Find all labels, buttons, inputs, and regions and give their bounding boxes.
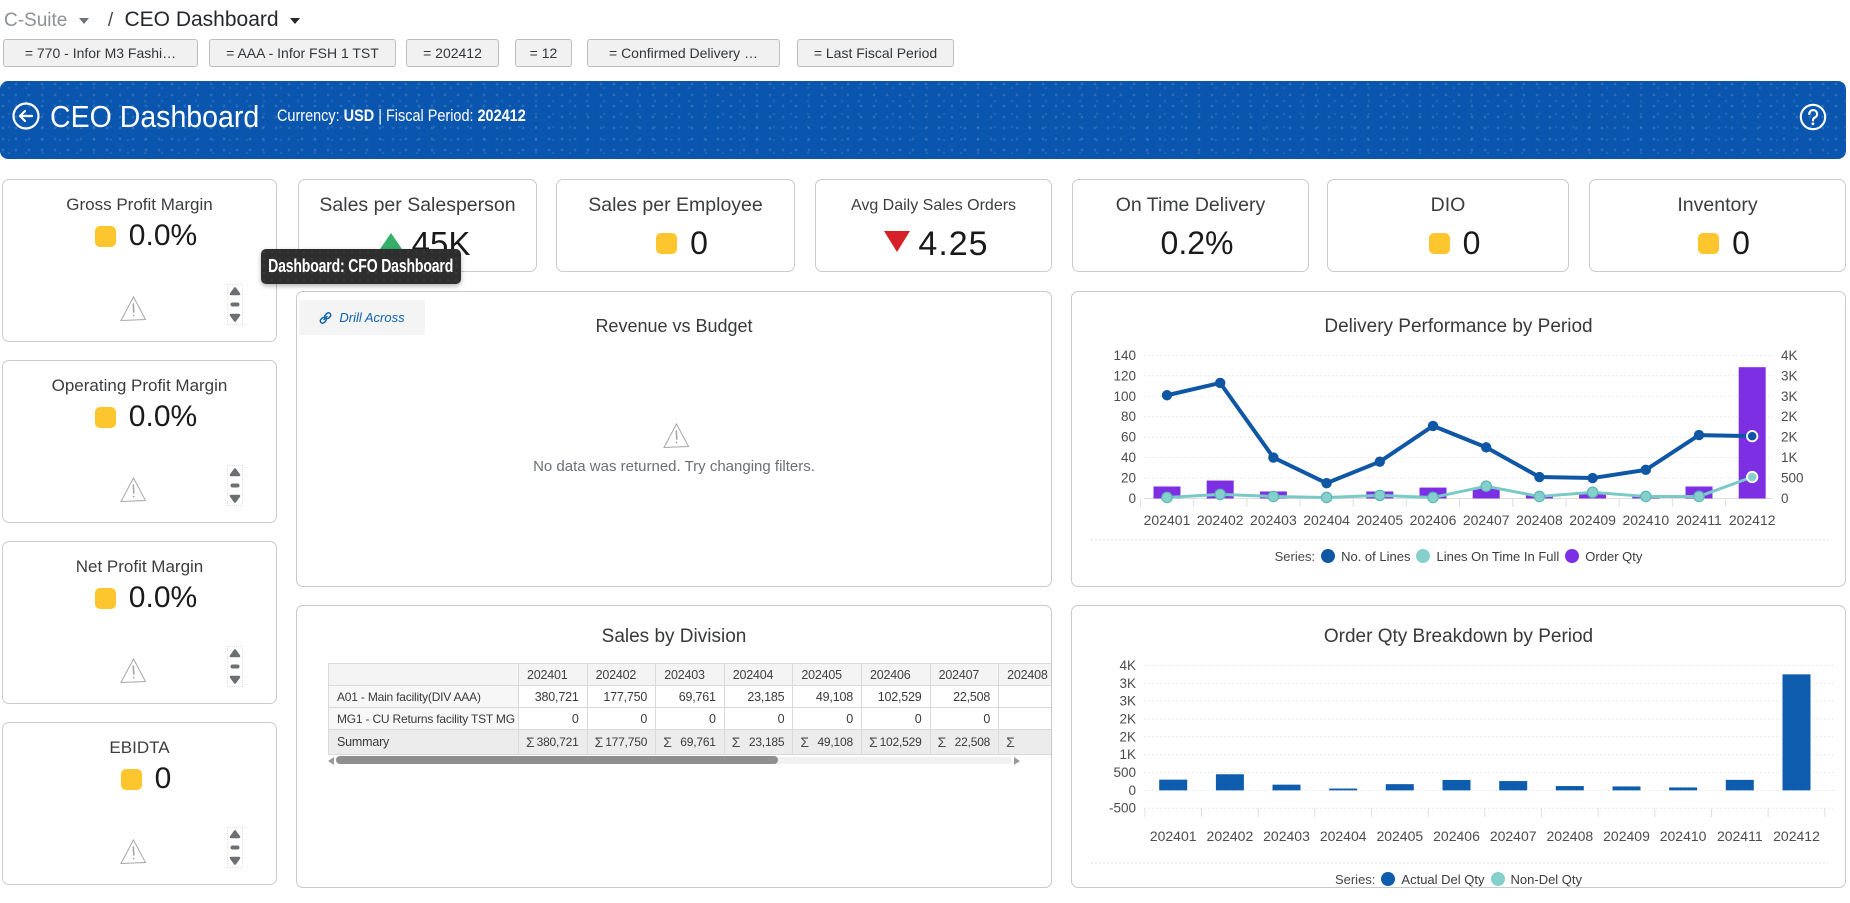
svg-text:202410: 202410 xyxy=(1622,512,1669,528)
svg-text:60: 60 xyxy=(1121,430,1136,445)
svg-text:1K: 1K xyxy=(1119,747,1136,762)
svg-text:202405: 202405 xyxy=(1376,828,1423,844)
svg-text:3K: 3K xyxy=(1781,368,1798,383)
svg-text:202403: 202403 xyxy=(1263,828,1310,844)
svg-text:2K: 2K xyxy=(1119,729,1136,744)
svg-text:0: 0 xyxy=(1128,491,1136,506)
svg-text:202411: 202411 xyxy=(1676,512,1722,528)
svg-text:202412: 202412 xyxy=(1773,828,1820,844)
svg-text:3K: 3K xyxy=(1781,389,1798,404)
svg-text:202412: 202412 xyxy=(1729,512,1776,528)
svg-text:202407: 202407 xyxy=(1463,512,1510,528)
svg-text:4K: 4K xyxy=(1781,348,1798,363)
svg-text:140: 140 xyxy=(1113,348,1136,363)
svg-text:-500: -500 xyxy=(1109,801,1136,816)
svg-text:20: 20 xyxy=(1121,471,1136,486)
svg-text:202401: 202401 xyxy=(1150,828,1197,844)
svg-text:3K: 3K xyxy=(1119,676,1136,691)
svg-text:202401: 202401 xyxy=(1144,512,1191,528)
svg-text:40: 40 xyxy=(1121,450,1136,465)
svg-text:202404: 202404 xyxy=(1320,828,1367,844)
svg-text:202406: 202406 xyxy=(1410,512,1457,528)
svg-text:0: 0 xyxy=(1128,783,1136,798)
svg-text:202408: 202408 xyxy=(1516,512,1563,528)
svg-text:2K: 2K xyxy=(1781,409,1798,424)
svg-text:202409: 202409 xyxy=(1603,828,1650,844)
svg-text:500: 500 xyxy=(1781,471,1804,486)
svg-text:120: 120 xyxy=(1113,368,1136,383)
svg-text:202410: 202410 xyxy=(1660,828,1707,844)
svg-text:202405: 202405 xyxy=(1356,512,1403,528)
svg-text:202409: 202409 xyxy=(1569,512,1616,528)
svg-text:1K: 1K xyxy=(1781,450,1798,465)
svg-text:202404: 202404 xyxy=(1303,512,1350,528)
svg-text:4K: 4K xyxy=(1119,658,1136,673)
svg-text:202407: 202407 xyxy=(1490,828,1537,844)
svg-text:202402: 202402 xyxy=(1207,828,1254,844)
svg-text:202408: 202408 xyxy=(1546,828,1593,844)
svg-text:202402: 202402 xyxy=(1197,512,1244,528)
svg-text:0: 0 xyxy=(1781,491,1789,506)
svg-text:202406: 202406 xyxy=(1433,828,1480,844)
svg-text:80: 80 xyxy=(1121,409,1136,424)
svg-text:202403: 202403 xyxy=(1250,512,1297,528)
svg-text:3K: 3K xyxy=(1119,694,1136,709)
svg-text:100: 100 xyxy=(1113,389,1136,404)
svg-text:2K: 2K xyxy=(1781,430,1798,445)
svg-text:2K: 2K xyxy=(1119,712,1136,727)
svg-text:202411: 202411 xyxy=(1717,828,1763,844)
svg-text:500: 500 xyxy=(1113,765,1136,780)
